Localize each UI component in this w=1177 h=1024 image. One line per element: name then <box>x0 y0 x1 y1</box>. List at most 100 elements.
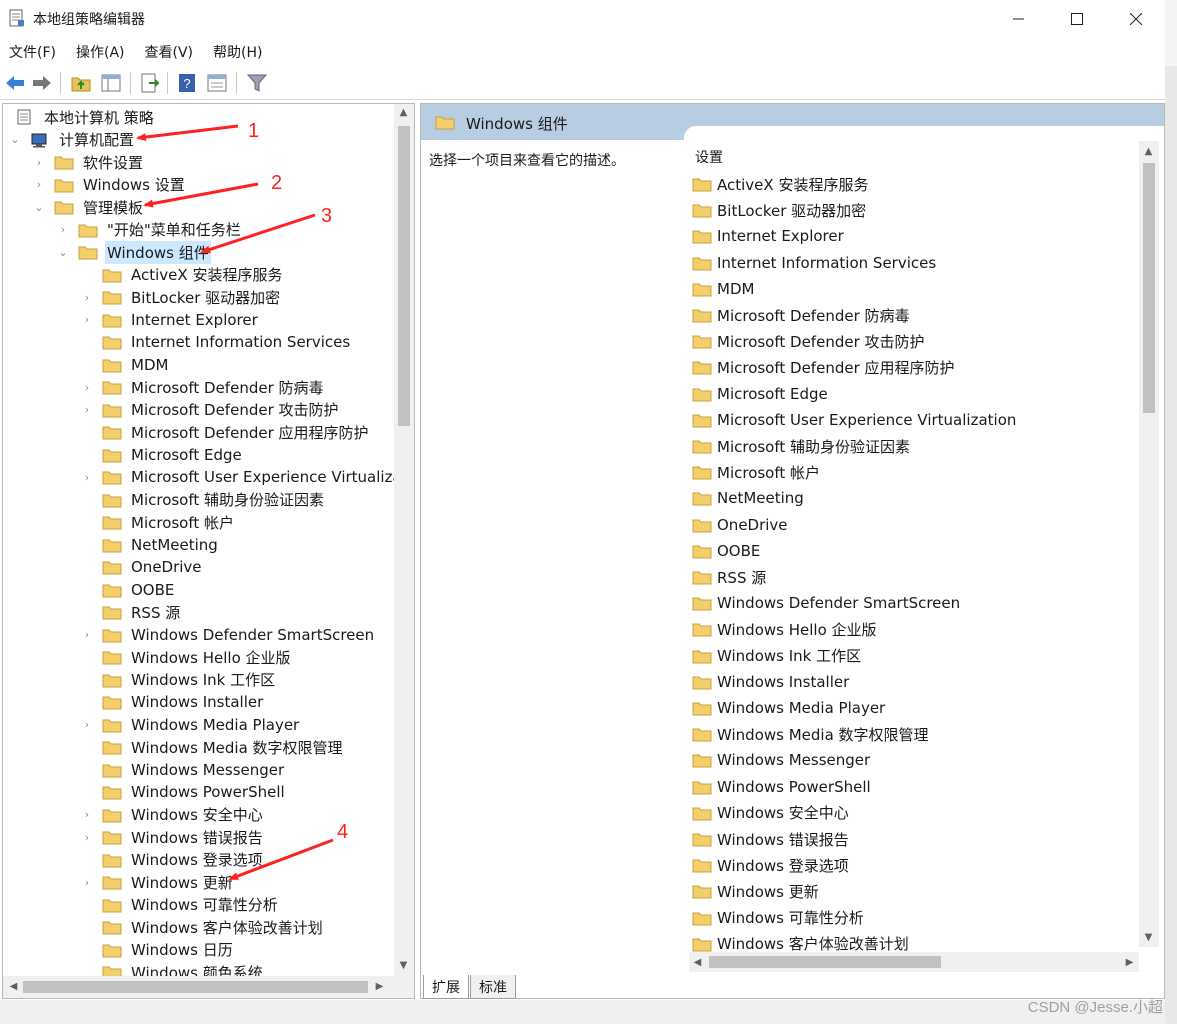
settings-list-item[interactable]: Internet Information Services <box>692 251 936 275</box>
collapse-chevron-icon[interactable]: ⌄ <box>9 129 21 151</box>
list-vertical-scrollbar[interactable]: ▲ ▼ <box>1139 141 1159 947</box>
settings-list-item[interactable]: Microsoft 辅助身份验证因素 <box>692 434 910 458</box>
collapse-chevron-icon[interactable]: ⌄ <box>57 241 69 263</box>
forward-icon[interactable] <box>31 72 53 94</box>
tree-node-admin-templates[interactable]: ⌄ 管理模板 <box>33 196 145 218</box>
settings-list-item[interactable]: Microsoft Defender 应用程序防护 <box>692 355 955 379</box>
column-header-setting[interactable]: 设置 <box>695 147 723 167</box>
scroll-left-icon[interactable]: ◀ <box>5 978 22 995</box>
tree-node-component[interactable]: Windows Messenger <box>81 759 286 781</box>
scroll-right-icon[interactable]: ▶ <box>371 978 388 995</box>
tree-node-component[interactable]: › Internet Explorer <box>81 309 260 331</box>
tree-node-component[interactable]: Windows 客户体验改善计划 <box>81 916 325 938</box>
settings-list-item[interactable]: Windows Hello 企业版 <box>692 617 877 641</box>
scroll-down-icon[interactable]: ▼ <box>1140 929 1157 946</box>
minimize-button[interactable] <box>990 0 1048 38</box>
settings-list-item[interactable]: Microsoft Defender 防病毒 <box>692 303 910 327</box>
tree-node-component[interactable]: OneDrive <box>81 556 204 578</box>
expand-chevron-icon[interactable]: › <box>81 714 93 736</box>
list-horizontal-scrollbar[interactable]: ◀ ▶ <box>689 952 1139 972</box>
tree-node-component[interactable]: ActiveX 安装程序服务 <box>81 264 284 286</box>
tree-node-component[interactable]: › Microsoft Defender 攻击防护 <box>81 399 341 421</box>
tree-node-software-settings[interactable]: › 软件设置 <box>33 151 145 173</box>
tree-node-component[interactable]: › Windows 更新 <box>81 871 235 893</box>
maximize-button[interactable] <box>1048 0 1106 38</box>
menu-help[interactable]: 帮助(H) <box>213 42 262 62</box>
settings-list-item[interactable]: Windows Ink 工作区 <box>692 644 861 668</box>
scroll-left-icon[interactable]: ◀ <box>689 954 706 971</box>
settings-list-item[interactable]: Windows 安全中心 <box>692 801 849 825</box>
expand-chevron-icon[interactable]: › <box>57 219 69 241</box>
settings-list-item[interactable]: Windows Defender SmartScreen <box>692 591 960 615</box>
expand-chevron-icon[interactable]: › <box>81 826 93 848</box>
tree-node-component[interactable]: Windows 日历 <box>81 939 235 961</box>
scroll-up-icon[interactable]: ▲ <box>395 104 412 121</box>
tree-node-windows-components[interactable]: ⌄ Windows 组件 <box>57 240 211 264</box>
tree-node-component[interactable]: Windows Media 数字权限管理 <box>81 736 345 758</box>
tree-node-component[interactable]: Microsoft 辅助身份验证因素 <box>81 489 326 511</box>
tree-node-component[interactable]: › BitLocker 驱动器加密 <box>81 286 282 308</box>
tree-node-component[interactable]: OOBE <box>81 579 176 601</box>
settings-list-item[interactable]: Windows Installer <box>692 670 849 694</box>
expand-chevron-icon[interactable]: › <box>81 624 93 646</box>
settings-list-item[interactable]: Windows Media 数字权限管理 <box>692 722 929 746</box>
menu-file[interactable]: 文件(F) <box>9 42 56 62</box>
settings-list-item[interactable]: OOBE <box>692 539 760 563</box>
tree-node-start-menu[interactable]: › "开始"菜单和任务栏 <box>57 219 243 241</box>
settings-list-item[interactable]: NetMeeting <box>692 486 804 510</box>
expand-chevron-icon[interactable]: › <box>33 151 45 173</box>
expand-chevron-icon[interactable]: › <box>81 309 93 331</box>
settings-list-item[interactable]: Internet Explorer <box>692 224 844 248</box>
up-folder-icon[interactable] <box>70 72 92 94</box>
settings-list-item[interactable]: Windows Media Player <box>692 696 885 720</box>
expand-chevron-icon[interactable]: › <box>81 286 93 308</box>
expand-chevron-icon[interactable]: › <box>81 376 93 398</box>
scroll-right-icon[interactable]: ▶ <box>1121 954 1138 971</box>
settings-list-item[interactable]: MDM <box>692 277 754 301</box>
tree-node-component[interactable]: › Windows Defender SmartScreen <box>81 624 376 646</box>
tree-node-component[interactable]: Windows 颜色系统 <box>81 961 265 976</box>
settings-list-item[interactable]: BitLocker 驱动器加密 <box>692 198 866 222</box>
tree-node-component[interactable]: Windows 可靠性分析 <box>81 894 280 916</box>
tree-node-root[interactable]: 本地计算机 策略 <box>3 106 156 128</box>
list-vertical-thumb[interactable] <box>1143 163 1155 413</box>
settings-list-item[interactable]: Windows 错误报告 <box>692 827 849 851</box>
settings-list-item[interactable]: Windows 更新 <box>692 879 819 903</box>
settings-list-item[interactable]: Windows PowerShell <box>692 775 871 799</box>
expand-chevron-icon[interactable]: › <box>81 804 93 826</box>
tree-node-component[interactable]: › Microsoft Defender 防病毒 <box>81 376 326 398</box>
expand-chevron-icon[interactable]: › <box>33 174 45 196</box>
filter-icon[interactable] <box>246 72 268 94</box>
settings-list-item[interactable]: Microsoft User Experience Virtualization <box>692 408 1016 432</box>
settings-list-item[interactable]: Windows 登录选项 <box>692 853 849 877</box>
tree-node-component[interactable]: Windows 登录选项 <box>81 849 265 871</box>
tree-node-component[interactable]: Microsoft Defender 应用程序防护 <box>81 421 371 443</box>
tree-node-component[interactable]: RSS 源 <box>81 601 182 623</box>
tree-vertical-scrollbar[interactable]: ▲ ▼ <box>394 104 414 976</box>
tree-node-component[interactable]: › Windows Media Player <box>81 714 301 736</box>
tree-node-component[interactable]: Microsoft Edge <box>81 444 244 466</box>
tree-node-component[interactable]: Windows Ink 工作区 <box>81 669 277 691</box>
settings-list-item[interactable]: Microsoft Defender 攻击防护 <box>692 329 925 353</box>
tree-node-component[interactable]: › Windows 错误报告 <box>81 826 265 848</box>
help-icon[interactable]: ? <box>176 72 198 94</box>
tab-extended[interactable]: 扩展 <box>423 975 469 999</box>
expand-chevron-icon[interactable]: › <box>81 466 93 488</box>
properties-icon[interactable] <box>206 72 228 94</box>
settings-list-item[interactable]: ActiveX 安装程序服务 <box>692 172 868 196</box>
tree-node-component[interactable]: › Windows 安全中心 <box>81 804 265 826</box>
tree-node-component[interactable]: Windows Installer <box>81 691 265 713</box>
tree-node-component[interactable]: Windows PowerShell <box>81 781 287 803</box>
settings-list-item[interactable]: RSS 源 <box>692 565 766 589</box>
tree-node-component[interactable]: NetMeeting <box>81 534 220 556</box>
menu-action[interactable]: 操作(A) <box>76 42 125 62</box>
expand-chevron-icon[interactable]: › <box>81 399 93 421</box>
tree-node-component[interactable]: Internet Information Services <box>81 331 352 353</box>
settings-list-item[interactable]: Microsoft Edge <box>692 382 828 406</box>
settings-list-item[interactable]: Windows Messenger <box>692 748 870 772</box>
scroll-down-icon[interactable]: ▼ <box>395 957 412 974</box>
scroll-up-icon[interactable]: ▲ <box>1140 143 1157 160</box>
tab-standard[interactable]: 标准 <box>470 975 516 999</box>
tree-node-component[interactable]: Microsoft 帐户 <box>81 511 236 533</box>
list-horizontal-thumb[interactable] <box>709 956 941 968</box>
